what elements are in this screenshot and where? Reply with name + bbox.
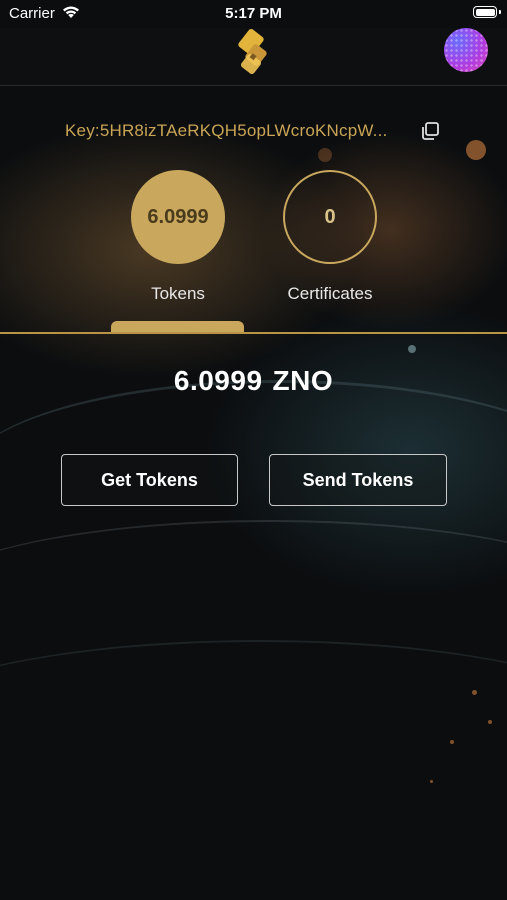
tokens-label: Tokens	[151, 284, 205, 303]
balance-amount: 6.0999	[173, 365, 263, 396]
get-tokens-button[interactable]: Get Tokens	[61, 454, 238, 506]
certificates-label: Certificates	[287, 284, 373, 303]
tab-tokens[interactable]: 6.0999 Tokens	[110, 170, 246, 304]
profile-avatar[interactable]	[444, 28, 488, 72]
clock: 5:17 PM	[225, 5, 282, 22]
app-logo-icon[interactable]	[232, 28, 276, 78]
balance-display: 6.0999 ZNO	[0, 365, 507, 397]
wallet-key-label: Key:5HR8izTAeRKQH5opLWcroKNcpW...	[65, 121, 388, 140]
certificates-count-circle: 0	[283, 170, 377, 264]
tokens-count-circle: 6.0999	[131, 170, 225, 264]
wallet-key-row: Key:5HR8izTAeRKQH5opLWcroKNcpW...	[0, 121, 507, 143]
battery-icon	[473, 6, 501, 18]
send-tokens-button[interactable]: Send Tokens	[269, 454, 447, 506]
top-nav-bar	[0, 28, 507, 86]
tab-certificates[interactable]: 0 Certificates	[262, 170, 398, 304]
balance-unit: ZNO	[272, 365, 334, 396]
copy-icon[interactable]	[420, 121, 440, 141]
status-bar: Carrier 5:17 PM	[0, 0, 507, 28]
section-divider	[0, 332, 507, 334]
